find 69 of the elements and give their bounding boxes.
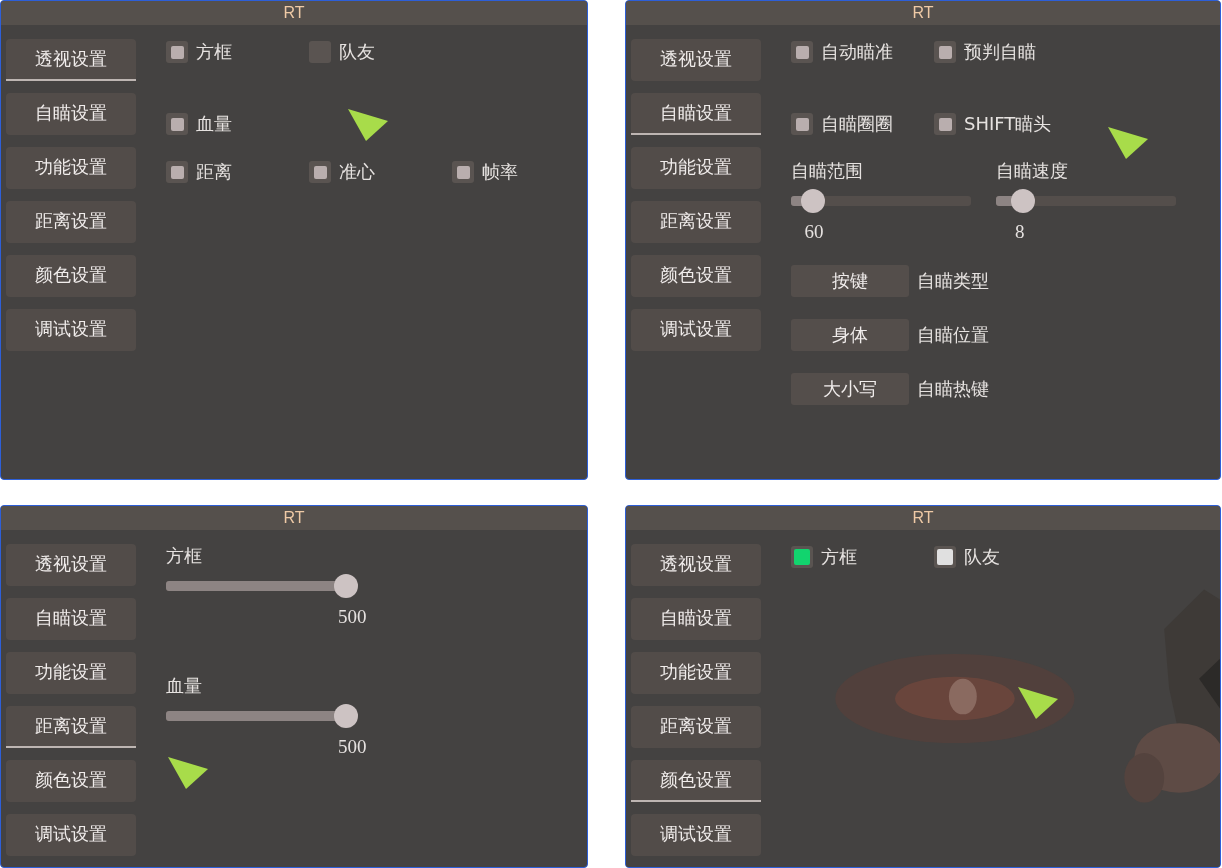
- slider-label: 方框: [166, 544, 203, 568]
- tab[interactable]: 功能设置: [631, 652, 761, 694]
- tab[interactable]: 距离设置: [631, 201, 761, 243]
- tab[interactable]: 功能设置: [6, 652, 136, 694]
- window-title: RT: [626, 1, 1220, 25]
- option-label: 自瞄类型: [917, 269, 989, 293]
- tab[interactable]: 自瞄设置: [631, 93, 761, 135]
- option-button[interactable]: 身体: [791, 319, 909, 351]
- window-title: RT: [1, 1, 587, 25]
- checkbox[interactable]: [791, 41, 813, 63]
- checkbox[interactable]: [791, 113, 813, 135]
- tab[interactable]: 调试设置: [631, 309, 761, 351]
- tab[interactable]: 颜色设置: [6, 255, 136, 297]
- tab[interactable]: 自瞄设置: [631, 598, 761, 640]
- option-button[interactable]: 大小写: [791, 373, 909, 405]
- slider-value: 500: [338, 736, 367, 758]
- tab[interactable]: 透视设置: [631, 39, 761, 81]
- color-swatch[interactable]: [934, 546, 956, 568]
- tab[interactable]: 透视设置: [6, 39, 136, 81]
- checkbox-label: 血量: [196, 112, 232, 136]
- checkbox-label: 自瞄圈圈: [821, 112, 893, 136]
- tab[interactable]: 功能设置: [631, 147, 761, 189]
- cursor-icon: [1106, 125, 1150, 161]
- checkbox-label: 距离: [196, 160, 232, 184]
- tab[interactable]: 自瞄设置: [6, 93, 136, 135]
- checkbox[interactable]: [934, 113, 956, 135]
- window-title: RT: [1, 506, 587, 530]
- tab[interactable]: 颜色设置: [6, 760, 136, 802]
- option-button[interactable]: 按键: [791, 265, 909, 297]
- tab[interactable]: 距离设置: [631, 706, 761, 748]
- cursor-icon: [1016, 685, 1060, 721]
- tab[interactable]: 调试设置: [631, 814, 761, 856]
- slider-value: 8: [1015, 221, 1025, 243]
- tab[interactable]: 调试设置: [6, 814, 136, 856]
- cursor-icon: [166, 755, 210, 791]
- tab[interactable]: 自瞄设置: [6, 598, 136, 640]
- checkbox-label: SHIFT瞄头: [964, 112, 1052, 136]
- window-title: RT: [626, 506, 1220, 530]
- checkbox[interactable]: [166, 161, 188, 183]
- slider-value: 60: [804, 221, 824, 243]
- option-label: 自瞄热键: [917, 377, 989, 401]
- tab[interactable]: 透视设置: [6, 544, 136, 586]
- checkbox-label: 方框: [196, 40, 232, 64]
- slider-label: 自瞄速度: [996, 159, 1069, 183]
- slider-value: 500: [338, 606, 367, 628]
- color-swatch[interactable]: [791, 546, 813, 568]
- tab[interactable]: 颜色设置: [631, 255, 761, 297]
- checkbox[interactable]: [934, 41, 956, 63]
- color-label: 方框: [821, 545, 857, 569]
- checkbox-label: 准心: [339, 160, 375, 184]
- checkbox-label: 自动瞄准: [821, 40, 893, 64]
- tab[interactable]: 透视设置: [631, 544, 761, 586]
- tab[interactable]: 调试设置: [6, 309, 136, 351]
- checkbox-label: 预判自瞄: [964, 40, 1036, 64]
- cursor-icon: [346, 107, 390, 143]
- color-label: 队友: [964, 545, 1000, 569]
- checkbox[interactable]: [452, 161, 474, 183]
- slider-label: 血量: [166, 674, 203, 698]
- slider-label: 自瞄范围: [791, 159, 864, 183]
- checkbox-label: 队友: [339, 40, 375, 64]
- tab[interactable]: 功能设置: [6, 147, 136, 189]
- checkbox[interactable]: [309, 161, 331, 183]
- tab[interactable]: 颜色设置: [631, 760, 761, 802]
- checkbox[interactable]: [166, 113, 188, 135]
- tab[interactable]: 距离设置: [6, 706, 136, 748]
- checkbox-label: 帧率: [482, 160, 518, 184]
- tab[interactable]: 距离设置: [6, 201, 136, 243]
- checkbox[interactable]: [166, 41, 188, 63]
- option-label: 自瞄位置: [917, 323, 989, 347]
